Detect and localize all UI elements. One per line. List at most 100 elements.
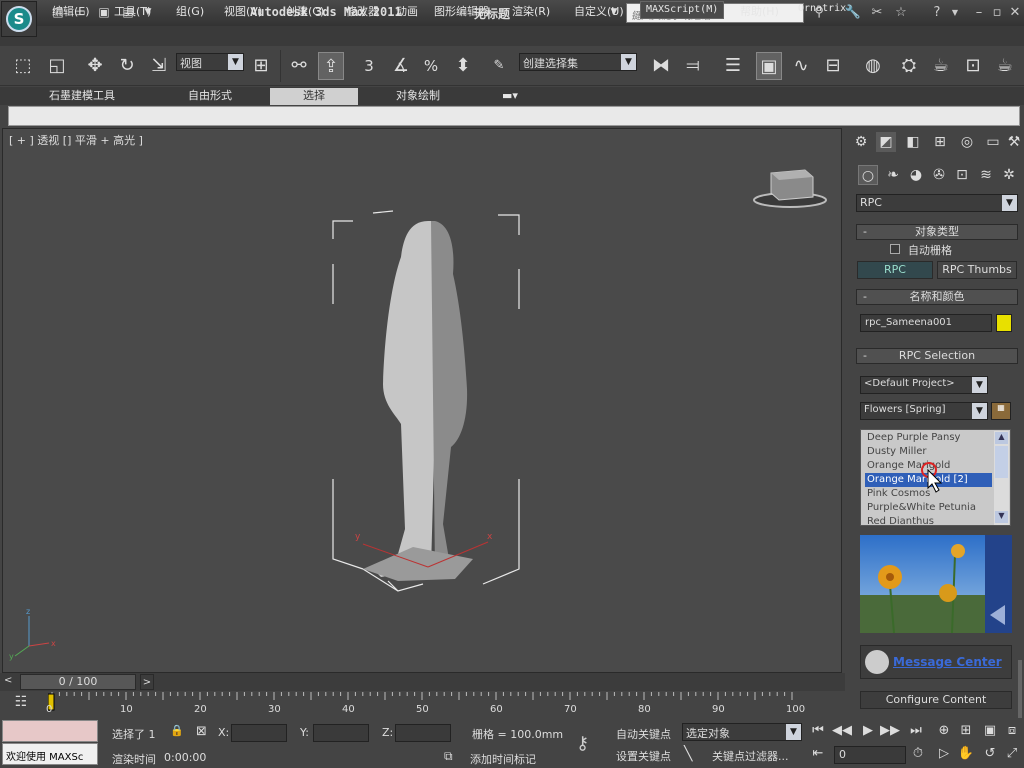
select-object-icon[interactable]: ⬚ — [10, 52, 36, 80]
modify-tab-icon[interactable]: ◧ — [903, 132, 923, 152]
scale-icon[interactable]: ⇲ — [146, 52, 172, 80]
maximize-viewport-icon[interactable]: ⤢ — [1002, 745, 1022, 763]
menu-maxscript[interactable]: MAXScript(M) — [640, 1, 725, 19]
maxscript-listener-mini[interactable] — [2, 720, 98, 742]
rpc-favorites-icon[interactable]: ▦ — [991, 402, 1011, 420]
rpc-category-dropdown[interactable]: Flowers [Spring] ▼ — [860, 402, 988, 420]
snap-toggle-icon[interactable]: 3 — [356, 52, 382, 80]
ribbon-options-dropdown-icon[interactable]: ▬▾ — [496, 88, 524, 105]
list-scrollbar[interactable]: ▲ ▼ — [994, 431, 1009, 525]
autogrid-checkbox[interactable] — [890, 244, 900, 254]
z-coordinate-field[interactable] — [395, 724, 451, 742]
save-file-icon[interactable]: ▣ — [96, 4, 112, 20]
spacewarps-icon[interactable]: ≋ — [976, 165, 996, 185]
x-coordinate-field[interactable] — [231, 724, 287, 742]
edit-named-selection-icon[interactable]: ✎ — [486, 52, 512, 80]
perspective-viewport[interactable]: [ + ] 透视 [] 平滑 + 高光 ] y x z x y — [2, 128, 842, 673]
rpc-selection-rollout-header[interactable]: - RPC Selection — [856, 348, 1018, 364]
go-to-start-icon[interactable]: ⏮ — [808, 722, 828, 740]
cameras-icon[interactable]: ✇ — [929, 165, 949, 185]
menu-customize[interactable]: 自定义(U) — [574, 3, 624, 19]
minimize-icon[interactable]: – — [970, 5, 988, 21]
helpers-icon[interactable]: ⊡ — [952, 165, 972, 185]
zoom-icon[interactable]: ⊕ — [934, 722, 954, 740]
field-of-view-icon[interactable]: ▷ — [934, 745, 954, 763]
ribbon-tab-freeform[interactable]: 自由形式 — [170, 88, 250, 105]
material-editor-icon[interactable]: ◍ — [860, 52, 886, 80]
manipulate-icon[interactable]: ⇪ — [318, 52, 344, 80]
rpc-thumbs-button[interactable]: RPC Thumbs — [937, 261, 1017, 279]
render-teapot-icon[interactable]: ☕ — [992, 52, 1018, 80]
close-icon[interactable]: ✕ — [1006, 5, 1024, 21]
object-category-dropdown[interactable]: RPC ▼ — [856, 194, 1018, 212]
scroll-up-icon[interactable]: ▲ — [995, 432, 1008, 444]
render-setup-icon[interactable]: ⛭ — [896, 52, 922, 80]
time-config-icon[interactable]: ⏱ — [908, 745, 928, 763]
list-item[interactable]: Deep Purple Pansy — [867, 431, 960, 445]
pivot-center-icon[interactable]: ⊞ — [248, 52, 274, 80]
angle-snap-icon[interactable]: ∡ — [388, 52, 414, 80]
spinner-snap-icon[interactable]: ⬍ — [450, 52, 476, 80]
ribbon-tab-selection[interactable]: 选择 — [270, 88, 358, 105]
scroll-down-icon[interactable]: ▼ — [995, 511, 1008, 523]
object-color-swatch[interactable] — [996, 314, 1012, 332]
menu-views[interactable]: 视图(V) — [224, 3, 262, 19]
key-icon[interactable]: ⚷ — [576, 733, 606, 754]
systems-icon[interactable]: ✲ — [999, 165, 1019, 185]
lock-icon[interactable]: 🔒 — [170, 724, 184, 738]
curve-editor-icon[interactable]: ∿ — [788, 52, 814, 80]
communication-icon[interactable]: ✂ — [868, 5, 886, 21]
utilities-tab-icon[interactable]: ⚒ — [1004, 132, 1024, 152]
key-filter-icon[interactable]: ╲ — [684, 746, 702, 764]
rotate-icon[interactable]: ↻ — [114, 52, 140, 80]
message-center-button[interactable]: Message Center — [860, 645, 1012, 679]
menu-create[interactable]: 创建(C) — [286, 3, 324, 19]
create-tab-icon[interactable]: ◩ — [876, 132, 896, 152]
rpc-button[interactable]: RPC — [857, 261, 933, 279]
list-item[interactable]: Red Dianthus — [867, 515, 934, 527]
slider-next-icon[interactable]: > — [140, 674, 154, 690]
menu-help[interactable]: 帮助(H) — [740, 3, 779, 19]
rendered-frame-icon[interactable]: ☕ — [928, 52, 954, 80]
select-region-icon[interactable]: ◱ — [44, 52, 70, 80]
shapes-icon[interactable]: ❧ — [883, 165, 903, 185]
name-color-rollout-header[interactable]: - 名称和颜色 — [856, 289, 1018, 305]
ribbon-tab-object-paint[interactable]: 对象绘制 — [378, 88, 458, 105]
add-time-tag[interactable]: 添加时间标记 — [470, 751, 536, 767]
hierarchy-tab-icon[interactable]: ⊞ — [930, 132, 950, 152]
time-slider[interactable]: 0 / 100 — [20, 674, 136, 690]
render-production-icon[interactable]: ⊡ — [960, 52, 986, 80]
time-tag-icon[interactable]: ⧉ — [444, 749, 460, 765]
favorites-star-icon[interactable]: ☆ — [892, 5, 910, 21]
move-icon[interactable]: ✥ — [82, 52, 108, 80]
play-icon[interactable]: ▶ — [858, 722, 878, 740]
layer-manager-icon[interactable]: ☰ — [720, 52, 746, 80]
key-mode-dropdown[interactable]: 选定对象 ▼ — [682, 723, 802, 741]
absolute-mode-icon[interactable]: ⊠ — [196, 724, 212, 740]
align-icon[interactable]: ⫤ — [680, 52, 706, 80]
key-filters-button[interactable]: 关键点过滤器... — [712, 748, 789, 764]
named-selection-dropdown[interactable]: 创建选择集 ▼ — [519, 53, 637, 71]
zoom-all-icon[interactable]: ⊞ — [956, 722, 976, 740]
orbit-icon[interactable]: ↺ — [980, 745, 1000, 763]
menu-edit[interactable]: 编辑(E) — [52, 3, 90, 19]
subscription-icon[interactable]: 🔧 — [844, 5, 862, 21]
menu-graph-editors[interactable]: 图形编辑器 — [434, 3, 489, 19]
rpc-project-dropdown[interactable]: <Default Project> ▼ — [860, 376, 988, 394]
maxscript-prompt[interactable]: 欢迎使用 MAXSc — [2, 743, 98, 765]
auto-key-button[interactable]: 自动关键点 — [616, 726, 671, 742]
set-key-button[interactable]: 设置关键点 — [616, 748, 671, 764]
menu-group[interactable]: 组(G) — [176, 3, 204, 19]
menu-ornatrix[interactable]: Ornatrix — [798, 3, 846, 14]
object-type-rollout-header[interactable]: - 对象类型 — [856, 224, 1018, 240]
ribbon-tab-graphite[interactable]: 石墨建模工具 — [30, 88, 134, 105]
mirror-icon[interactable]: ⧓ — [648, 52, 674, 80]
pan-hand-icon[interactable]: ✋ — [956, 745, 976, 763]
motion-tab-icon[interactable]: ◎ — [957, 132, 977, 152]
configure-content-button[interactable]: Configure Content — [860, 691, 1012, 709]
key-mode-toggle-icon[interactable]: ⇤ — [808, 745, 828, 763]
list-item[interactable]: Purple&White Petunia — [867, 501, 976, 515]
go-to-end-icon[interactable]: ⏭ — [906, 722, 926, 740]
list-item[interactable]: Dusty Miller — [867, 445, 927, 459]
object-name-input[interactable]: rpc_Sameena001 — [860, 314, 992, 332]
